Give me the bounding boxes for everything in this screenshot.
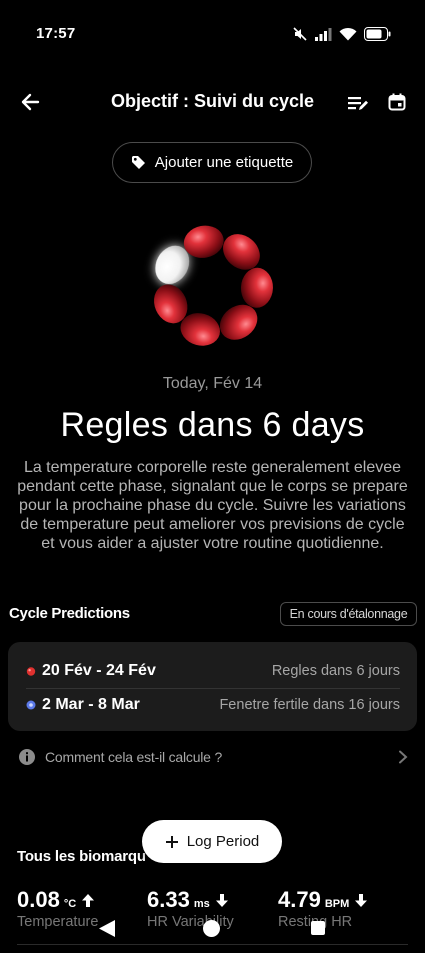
mute-icon (292, 26, 308, 42)
arrow-down-icon (354, 893, 368, 908)
period-prediction-row[interactable]: 20 Fév - 24 Fév Regles dans 6 jours (26, 662, 400, 680)
arrow-up-icon (81, 893, 95, 908)
metric-label: HR Variability (147, 914, 234, 930)
predictions-title: Cycle Predictions (9, 605, 130, 622)
metric-hr-variability[interactable]: 6.33 ms HR Variability (147, 887, 234, 930)
status-icons (292, 26, 391, 42)
calculation-info-label: Comment cela est-il calcule ? (45, 749, 223, 765)
period-countdown: Regles dans 6 jours (271, 663, 400, 679)
metric-resting-hr[interactable]: 4.79 BPM Resting HR (278, 887, 368, 930)
cycle-headline: Regles dans 6 days (60, 406, 365, 444)
prediction-divider (26, 688, 400, 689)
biomarkers-title: Tous les biomarqu (17, 848, 146, 865)
fertile-window-icon (26, 700, 36, 710)
info-icon (19, 749, 35, 765)
nav-recents-button[interactable] (311, 921, 325, 935)
metric-value: 6.33 (147, 887, 190, 912)
edit-notes-button[interactable] (344, 89, 372, 117)
fertile-prediction-row[interactable]: 2 Mar - 8 Mar Fenetre fertile dans 16 jo… (26, 696, 400, 714)
status-bar: 17:57 (0, 0, 425, 68)
nav-home-button[interactable] (203, 920, 220, 937)
log-period-button[interactable]: Log Period (142, 820, 282, 863)
add-tag-label: Ajouter une etiquette (154, 154, 294, 171)
log-period-label: Log Period (186, 833, 260, 850)
add-tag-button[interactable]: Ajouter une etiquette (112, 142, 312, 183)
edit-list-icon (348, 97, 368, 110)
metric-unit: BPM (324, 898, 350, 910)
predictions-card: 20 Fév - 24 Fév Regles dans 6 jours 2 Ma… (8, 642, 417, 731)
metrics-divider (17, 944, 408, 945)
tag-icon (131, 156, 145, 169)
cycle-ring-graphic (154, 225, 273, 346)
app-header: Objectif : Suivi du cycle (0, 80, 425, 124)
plus-icon (165, 835, 178, 848)
metric-value: 4.79 (278, 887, 321, 912)
calculation-info-link[interactable]: Comment cela est-il calcule ? (18, 745, 408, 769)
status-time: 17:57 (36, 25, 76, 42)
calibration-badge: En cours d'étalonnage (280, 602, 417, 626)
calendar-button[interactable] (383, 88, 411, 116)
period-drop-icon (26, 667, 36, 676)
period-range: 20 Fév - 24 Fév (42, 662, 156, 679)
chevron-right-icon (399, 750, 408, 764)
wifi-icon (339, 27, 357, 41)
metric-unit: ms (193, 898, 210, 910)
today-date: Today, Fév 14 (162, 375, 263, 392)
metric-label: Temperature (17, 914, 99, 930)
nav-back-icon[interactable] (98, 919, 116, 938)
metric-unit: °C (63, 898, 77, 910)
fertile-countdown: Fenetre fertile dans 16 jours (219, 697, 400, 713)
metric-value: 0.08 (17, 887, 60, 912)
phase-description: La temperature corporelle reste generale… (17, 459, 408, 552)
arrow-down-icon (215, 893, 229, 908)
fertile-range: 2 Mar - 8 Mar (42, 696, 140, 713)
cycle-petal (240, 267, 273, 308)
metric-temperature[interactable]: 0.08 °C Temperature (17, 887, 98, 930)
battery-icon (364, 27, 391, 41)
signal-icon (315, 27, 332, 41)
calendar-icon (388, 93, 406, 111)
